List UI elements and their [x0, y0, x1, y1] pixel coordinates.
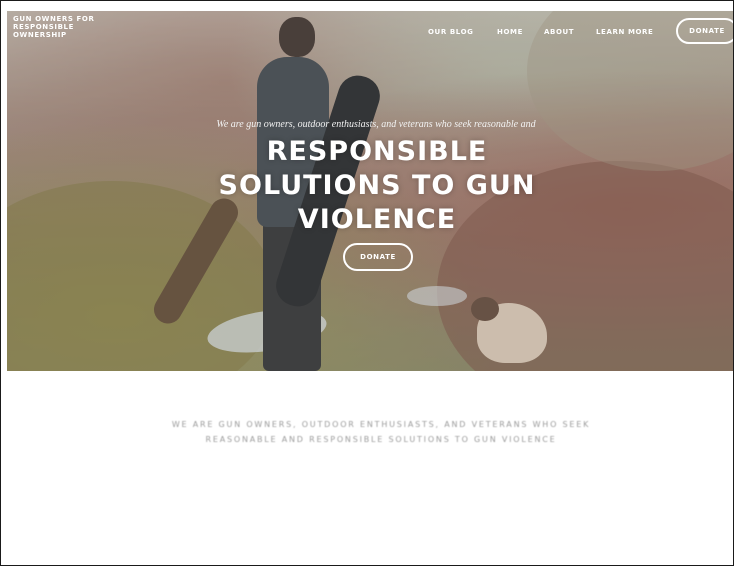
nav-about[interactable]: ABOUT — [544, 28, 574, 36]
nav-learn-more[interactable]: LEARN MORE — [596, 28, 653, 36]
hero-donate-button[interactable]: DONATE — [343, 243, 413, 271]
intro-text: WE ARE GUN OWNERS, OUTDOOR ENTHUSIASTS, … — [171, 420, 591, 444]
hero-kicker: We are gun owners, outdoor enthusiasts, … — [216, 119, 536, 130]
page-frame: GUN OWNERS FOR RESPONSIBLE OWNERSHIP OUR… — [0, 0, 734, 566]
header-donate-button[interactable]: DONATE — [676, 18, 733, 44]
site-logo-text[interactable]: GUN OWNERS FOR RESPONSIBLE OWNERSHIP — [13, 15, 123, 39]
nav-home[interactable]: HOME — [497, 28, 523, 36]
hero-title: RESPONSIBLE SOLUTIONS TO GUN VIOLENCE — [218, 136, 536, 235]
nav-our-blog[interactable]: OUR BLOG — [428, 28, 474, 36]
